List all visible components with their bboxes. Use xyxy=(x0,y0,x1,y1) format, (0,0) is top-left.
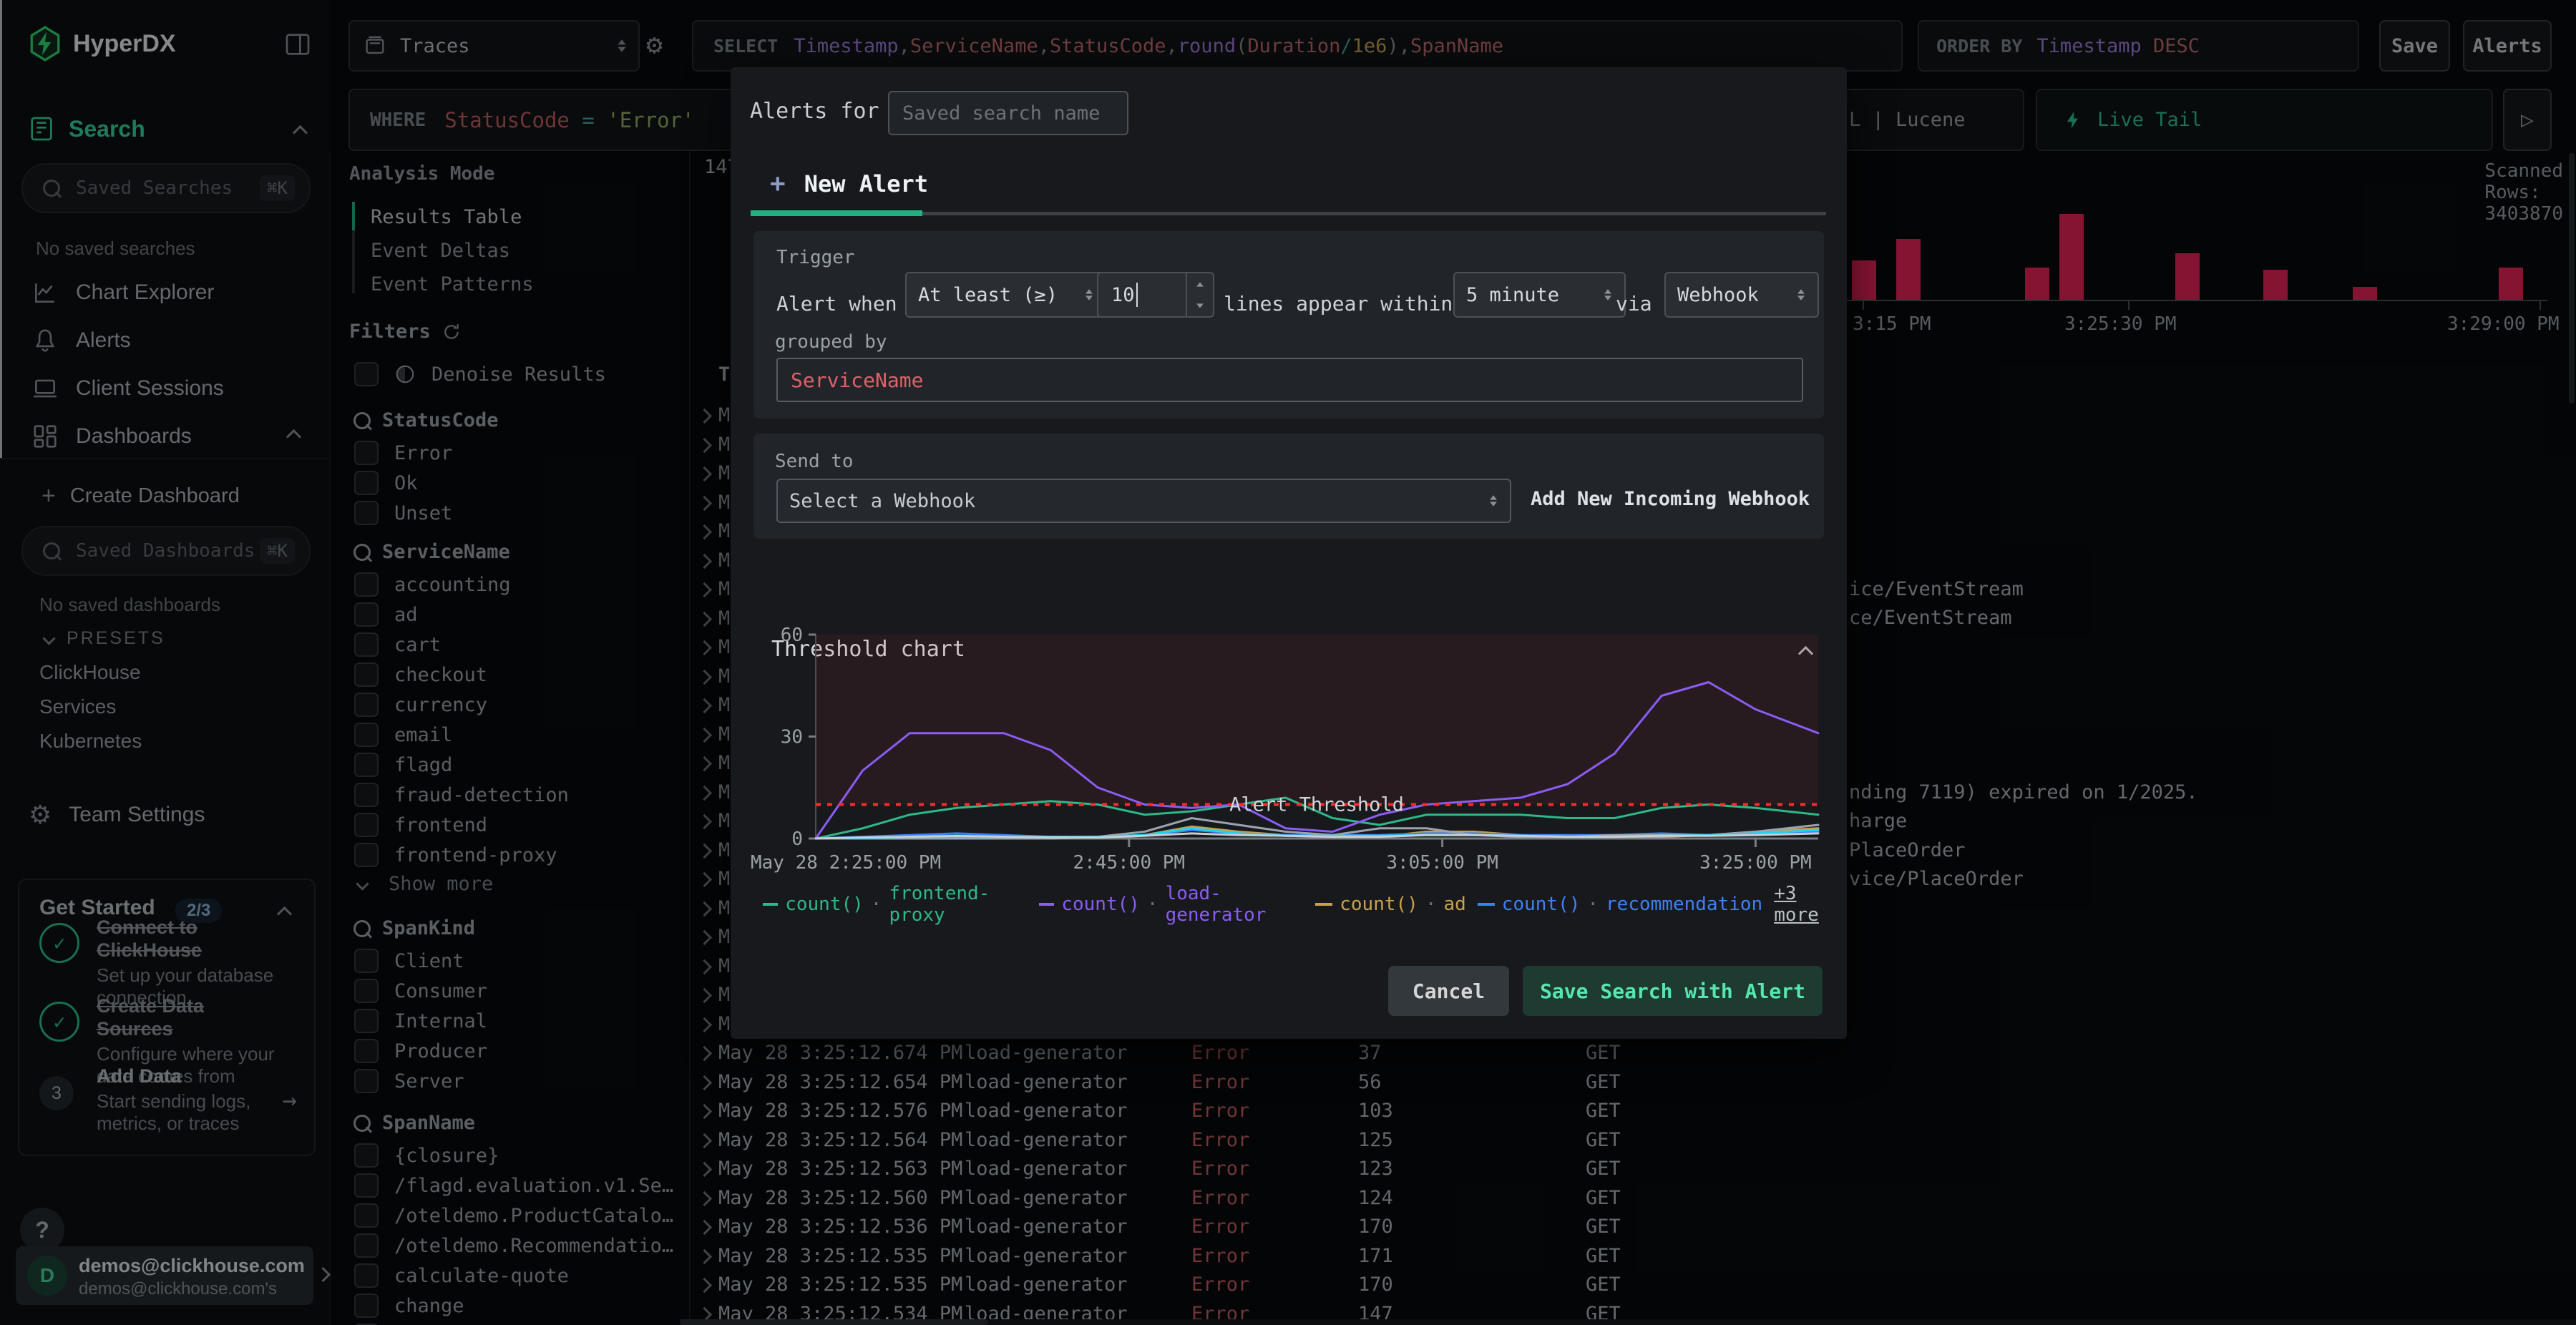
webhook-select-value: Select a Webhook xyxy=(789,489,976,512)
channel-select[interactable]: Webhook xyxy=(1664,272,1819,318)
alert-dialog: Alerts for Saved search name + New Alert… xyxy=(731,67,1847,1039)
alert-region xyxy=(816,635,1818,805)
select-arrows-icon xyxy=(1085,289,1093,300)
y-tick-label: 60 xyxy=(781,625,803,646)
legend-series-name: ad xyxy=(1443,894,1466,915)
y-tick-label: 0 xyxy=(791,828,803,850)
trigger-panel: Trigger Alert when At least (≥) 10 lines… xyxy=(753,231,1824,419)
active-tab-underline xyxy=(751,210,922,216)
threshold-count-value: 10 xyxy=(1111,283,1138,307)
channel-value: Webhook xyxy=(1677,283,1759,306)
x-tick-label: 3:05:00 PM xyxy=(1386,852,1498,874)
plus-icon: + xyxy=(770,169,786,198)
legend-item-frontend-proxy[interactable]: count() · frontend-proxy xyxy=(763,883,1028,926)
x-tick-label: 2:45:00 PM xyxy=(1073,852,1186,874)
legend-swatch xyxy=(1039,903,1055,906)
condition-select[interactable]: At least (≥) xyxy=(905,272,1107,318)
grouped-by-input[interactable]: ServiceName xyxy=(776,358,1803,402)
send-to-label: Send to xyxy=(775,451,854,472)
alert-when-label: Alert when xyxy=(776,292,897,316)
hyperdx-app: HyperDX Search Saved Searches ⌘K No save… xyxy=(0,0,2576,1325)
legend-item-load-generator[interactable]: count() · load-generator xyxy=(1039,883,1304,926)
grouped-by-value: ServiceName xyxy=(791,368,924,392)
legend-dot: · xyxy=(1587,894,1599,915)
saved-search-name-input[interactable]: Saved search name xyxy=(888,91,1128,135)
legend-series-name: recommendation xyxy=(1606,894,1763,915)
legend-dot: · xyxy=(1425,894,1437,915)
dialog-title: Alerts for xyxy=(750,99,879,124)
legend-metric: count() xyxy=(1501,894,1581,915)
legend-metric: count() xyxy=(1340,894,1418,915)
threshold-count-input[interactable]: 10 xyxy=(1097,272,1214,318)
legend-dot: · xyxy=(1146,894,1158,915)
x-tick-label: 3:25:00 PM xyxy=(1699,852,1812,874)
window-value: 5 minute xyxy=(1466,283,1560,306)
select-arrows-icon xyxy=(1490,495,1497,507)
legend-item-recommendation[interactable]: count() · recommendation xyxy=(1477,894,1763,915)
legend-more-link[interactable]: +3 more xyxy=(1774,883,1847,926)
condition-value: At least (≥) xyxy=(918,283,1058,306)
select-arrows-icon xyxy=(1604,289,1611,300)
tab-new-alert[interactable]: + New Alert xyxy=(770,169,928,198)
cancel-button[interactable]: Cancel xyxy=(1388,966,1509,1016)
legend-swatch xyxy=(1477,903,1495,906)
saved-search-name-placeholder: Saved search name xyxy=(902,102,1101,124)
y-tick-label: 30 xyxy=(781,727,803,748)
new-alert-tab-label: New Alert xyxy=(804,170,929,197)
trigger-label: Trigger xyxy=(776,247,855,268)
save-search-with-alert-button[interactable]: Save Search with Alert xyxy=(1523,966,1823,1016)
text-cursor xyxy=(1136,283,1138,307)
x-tick-label: May 28 2:25:00 PM xyxy=(751,852,941,874)
legend-metric: count() xyxy=(1061,894,1140,915)
grouped-by-label: grouped by xyxy=(775,331,887,353)
threshold-chart: 0 30 60 May 28 2:25:00 PM 2:45:00 PM 3:05:00 … xyxy=(745,625,1833,876)
legend-item-ad[interactable]: count() · ad xyxy=(1315,894,1466,915)
number-spinner[interactable] xyxy=(1186,273,1213,316)
send-to-panel: Send to Select a Webhook Add New Incomin… xyxy=(753,434,1824,539)
add-webhook-link[interactable]: Add New Incoming Webhook xyxy=(1531,479,1810,520)
legend-swatch xyxy=(763,903,779,906)
chart-legend: count() · frontend-proxy count() · load-gener… xyxy=(763,883,1847,926)
lines-appear-label: lines appear within xyxy=(1224,292,1453,316)
threshold-label: Alert Threshold xyxy=(1229,794,1404,816)
tab-underline-track xyxy=(922,212,1826,215)
legend-series-name: load-generator xyxy=(1165,883,1267,926)
via-label: via xyxy=(1616,292,1652,316)
select-arrows-icon xyxy=(1797,289,1805,300)
webhook-select[interactable]: Select a Webhook xyxy=(776,479,1511,523)
legend-series-name: frontend-proxy xyxy=(889,883,990,926)
legend-dot: · xyxy=(870,894,882,915)
legend-swatch xyxy=(1315,903,1333,906)
legend-metric: count() xyxy=(785,894,864,915)
window-select[interactable]: 5 minute xyxy=(1453,272,1626,318)
